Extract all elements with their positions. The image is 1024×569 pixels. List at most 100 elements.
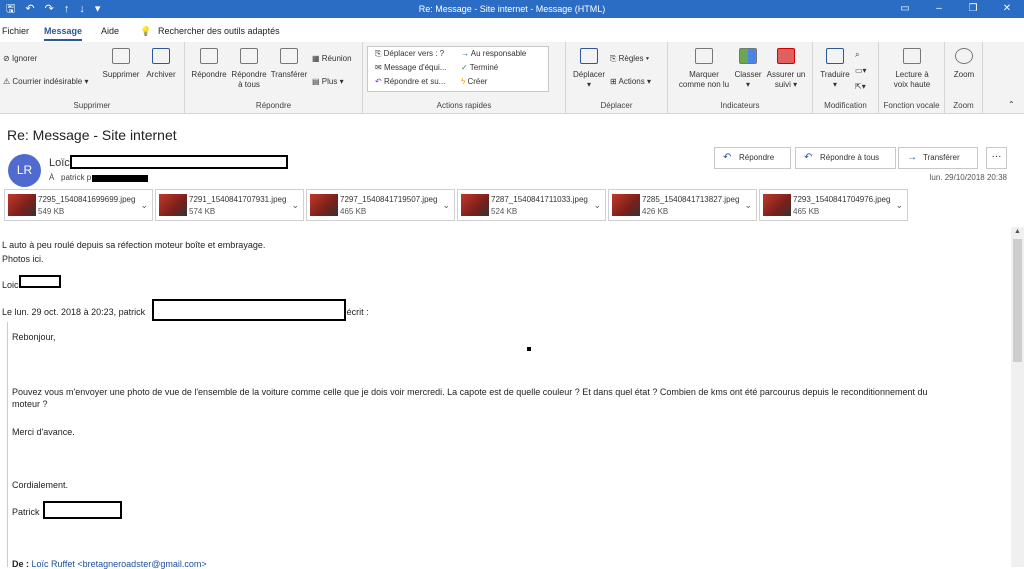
- reply-icon: ↶: [723, 152, 732, 163]
- more-button[interactable]: ▤ Plus ▾: [312, 77, 344, 86]
- recipient-line: À patrick p: [49, 173, 91, 182]
- tab-message[interactable]: Message: [44, 26, 83, 41]
- minimize-icon[interactable]: –: [922, 0, 956, 18]
- forward-icon: →: [907, 152, 917, 163]
- image-thumbnail: [763, 194, 791, 216]
- translate-button[interactable]: Traduire ▾: [815, 48, 855, 90]
- scroll-up-icon[interactable]: ▲: [1014, 228, 1021, 235]
- ribbon-tabs: Fichier Message Aide 💡 Rechercher des ou…: [0, 18, 1024, 42]
- group-deplacer: Déplacer ▾ ⎘ Règles ▾ ⊞ Actions ▾ Déplace…: [566, 42, 668, 114]
- junk-mail-button[interactable]: ⚠ Courrier indésirable ▾: [3, 77, 88, 86]
- quick-step-move[interactable]: ⎘ Déplacer vers : ?: [375, 49, 444, 59]
- group-label-actions-rapides: Actions rapides: [436, 101, 492, 110]
- flag-icon: [777, 48, 795, 64]
- attachment-item[interactable]: 7285_1540841713827.jpeg 426 KB ⌄: [608, 189, 757, 221]
- quick-step-manager[interactable]: → Au responsable: [461, 49, 526, 58]
- chevron-down-icon[interactable]: ⌄: [593, 200, 601, 211]
- body-line: Photos ici.: [2, 254, 44, 264]
- tab-aide[interactable]: Aide: [101, 26, 119, 36]
- chevron-down-icon[interactable]: ⌄: [140, 200, 148, 211]
- group-label-modification: Modification: [824, 101, 867, 110]
- forward-message-button[interactable]: → Transférer: [898, 147, 978, 169]
- ribbon-display-icon[interactable]: ▭: [888, 0, 922, 18]
- group-label-zoom: Zoom: [953, 101, 974, 110]
- attachment-item[interactable]: 7291_1540841707931.jpeg 574 KB ⌄: [155, 189, 304, 221]
- quick-step-team[interactable]: ✉ Message d'équi...: [375, 63, 446, 72]
- zoom-button[interactable]: Zoom: [947, 48, 981, 80]
- attachment-item[interactable]: 7293_1540841704976.jpeg 465 KB ⌄: [759, 189, 908, 221]
- quick-step-reply-delete[interactable]: ↶ Répondre et su...: [375, 77, 445, 86]
- rules-button[interactable]: ⎘ Règles ▾: [610, 54, 649, 64]
- chevron-down-icon[interactable]: ⌄: [744, 200, 752, 211]
- actions-button[interactable]: ⊞ Actions ▾: [610, 77, 651, 86]
- reply-all-button[interactable]: Répondre à tous: [229, 48, 269, 90]
- attachment-item[interactable]: 7295_1540841699699.jpeg 549 KB ⌄: [4, 189, 153, 221]
- close-icon[interactable]: ✕: [990, 0, 1024, 18]
- ignore-icon: ⊘: [3, 54, 12, 63]
- select-icon[interactable]: ▭▾: [855, 66, 867, 75]
- translate-icon: [826, 48, 844, 64]
- title-bar: 🖫 ↶ ↷ ↑ ↓ ▾ Re: Message - Site internet …: [0, 0, 1024, 18]
- scrollbar-thumb[interactable]: [1013, 239, 1022, 362]
- cursor-marker: [527, 347, 531, 351]
- read-aloud-button[interactable]: Lecture à voix haute: [883, 48, 941, 90]
- group-label-fonction-vocale: Fonction vocale: [883, 101, 940, 110]
- follow-up-button[interactable]: Assurer un suivi ▾: [764, 48, 808, 90]
- group-repondre: Répondre Répondre à tous Transférer ▦ Réu…: [185, 42, 363, 114]
- reply-all-message-button[interactable]: ↶ Répondre à tous: [795, 147, 896, 169]
- quote-paragraph-cont: moteur ?: [12, 399, 48, 409]
- sender-name[interactable]: Loïc: [49, 157, 70, 169]
- group-label-indicateurs: Indicateurs: [720, 101, 760, 110]
- collapse-ribbon-icon[interactable]: ⌃: [1008, 100, 1015, 109]
- quote-bar: [7, 322, 8, 567]
- archive-icon: [152, 48, 170, 64]
- meeting-button[interactable]: ▦ Réunion: [312, 54, 352, 63]
- archive-button[interactable]: Archiver: [143, 48, 179, 80]
- junk-icon: ⚠: [3, 77, 13, 86]
- delete-button[interactable]: Supprimer: [102, 48, 140, 80]
- reply-icon: ↶: [375, 77, 384, 86]
- quick-step-done[interactable]: ✓ Terminé: [461, 63, 498, 72]
- quote-greeting: Rebonjour,: [12, 332, 56, 342]
- quote-from: De : Loïc Ruffet <bretagneroadster@gmail…: [12, 559, 207, 569]
- group-label-deplacer: Déplacer: [600, 101, 633, 110]
- reply-button[interactable]: Répondre: [189, 48, 229, 80]
- find-icon[interactable]: ⌕: [855, 50, 859, 60]
- quick-step-create[interactable]: ϟ Créer: [461, 77, 487, 86]
- reply-message-button[interactable]: ↶ Répondre: [714, 147, 791, 169]
- mark-unread-button[interactable]: Marquer comme non lu: [672, 48, 736, 90]
- forward-button[interactable]: Transférer: [269, 48, 309, 80]
- redaction-box: [43, 501, 122, 519]
- cursor-icon[interactable]: ⇱▾: [855, 82, 866, 91]
- recipient-name[interactable]: patrick p: [61, 173, 91, 182]
- more-actions-button[interactable]: ···: [986, 147, 1007, 169]
- chevron-down-icon[interactable]: ⌄: [895, 200, 903, 211]
- rules-icon: ⎘: [610, 54, 619, 63]
- forward-icon: [280, 48, 298, 64]
- scrollbar[interactable]: ▲: [1011, 227, 1024, 567]
- attachment-item[interactable]: 7297_1540841719507.jpeg 465 KB ⌄: [306, 189, 455, 221]
- attachment-item[interactable]: 7287_1540841711033.jpeg 524 KB ⌄: [457, 189, 606, 221]
- restore-icon[interactable]: ❐: [956, 0, 990, 18]
- calendar-icon: ▦: [312, 54, 322, 63]
- checkmark-icon: ✓: [461, 63, 470, 72]
- quote-closing: Cordialement.: [12, 480, 69, 490]
- tab-fichier[interactable]: Fichier: [2, 26, 29, 36]
- arrow-right-icon: →: [461, 49, 471, 58]
- group-fonction-vocale: Lecture à voix haute Fonction vocale: [879, 42, 945, 114]
- redaction-box: [152, 299, 346, 321]
- move-icon: ⎘: [375, 49, 384, 58]
- chevron-down-icon[interactable]: ⌄: [442, 200, 450, 211]
- quote-paragraph: Pouvez vous m'envoyer une photo de vue d…: [12, 387, 928, 397]
- image-thumbnail: [310, 194, 338, 216]
- move-button[interactable]: Déplacer ▾: [570, 48, 608, 90]
- ignore-button[interactable]: ⊘ Ignorer: [3, 54, 37, 63]
- group-zoom: Zoom Zoom: [945, 42, 983, 114]
- group-modification: Traduire ▾ ⌕ ▭▾ ⇱▾ Modification: [813, 42, 879, 114]
- image-thumbnail: [159, 194, 187, 216]
- trash-icon: [112, 48, 130, 64]
- search-tools-hint[interactable]: Rechercher des outils adaptés: [158, 26, 280, 36]
- chevron-down-icon[interactable]: ⌄: [291, 200, 299, 211]
- categorize-button[interactable]: Classer ▾: [730, 48, 766, 90]
- avatar[interactable]: LR: [8, 154, 41, 187]
